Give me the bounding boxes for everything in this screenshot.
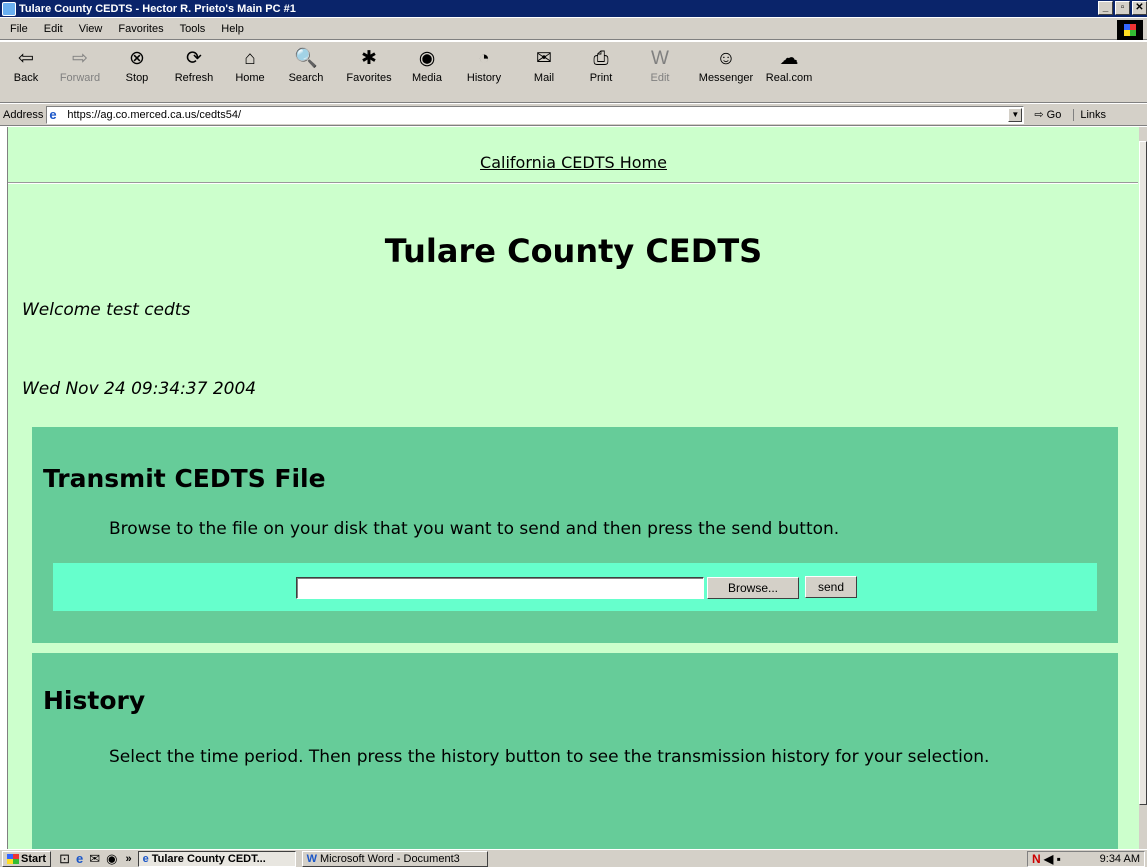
home-link[interactable]: California CEDTS Home	[8, 153, 1139, 172]
system-tray: N ◀ ▪ 9:34 AM	[1027, 851, 1145, 867]
menu-help[interactable]: Help	[213, 23, 252, 35]
media-button[interactable]: ◉ Media	[401, 42, 453, 100]
start-button[interactable]: Start	[2, 850, 52, 867]
edit-button[interactable]: W Edit	[629, 42, 691, 100]
mail-button[interactable]: ✉ Mail	[515, 42, 573, 100]
history-instructions: Select the time period. Then press the h…	[109, 747, 990, 767]
transmit-heading: Transmit CEDTS File	[43, 464, 326, 493]
ie-task-icon: e	[142, 852, 149, 865]
volume-icon: ◀	[1044, 852, 1054, 866]
favorites-icon: ✱	[361, 48, 377, 69]
address-dropdown-icon[interactable]: ▼	[1008, 107, 1023, 122]
address-input[interactable]: e https://ag.co.merced.ca.us/cedts54/ ▼	[46, 105, 1025, 124]
menu-tools[interactable]: Tools	[172, 23, 214, 35]
transmit-form: Browse... send	[53, 563, 1097, 611]
history-panel: History Select the time period. Then pre…	[32, 653, 1118, 849]
media-player-icon[interactable]: ◉	[106, 851, 117, 867]
menu-view[interactable]: View	[71, 23, 111, 35]
network-icon: ▪	[1056, 852, 1061, 866]
date-text: Wed Nov 24 09:34:37 2004	[22, 379, 257, 399]
divider	[8, 182, 1138, 184]
window-controls: _ ▫ ✕	[1098, 1, 1147, 15]
print-button[interactable]: ⎙ Print	[573, 42, 629, 100]
scrollbar-thumb[interactable]	[1139, 141, 1147, 805]
links-button[interactable]: Links	[1073, 108, 1106, 121]
print-icon: ⎙	[593, 48, 609, 69]
windows-logo-icon	[1117, 20, 1143, 40]
vertical-scrollbar[interactable]	[1139, 127, 1147, 849]
desktop-icon[interactable]: ⊡	[59, 851, 70, 867]
address-label: Address	[3, 108, 44, 121]
page-content: California CEDTS Home Tulare County CEDT…	[7, 127, 1139, 849]
messenger-icon: ☺	[716, 48, 736, 69]
address-url: https://ag.co.merced.ca.us/cedts54/	[67, 108, 242, 121]
address-bar: Address e https://ag.co.merced.ca.us/ced…	[0, 104, 1147, 126]
history-heading: History	[43, 686, 146, 715]
transmit-instructions: Browse to the file on your disk that you…	[109, 519, 840, 539]
media-icon: ◉	[418, 48, 436, 69]
browser-toolbar: ⇦ Back ⇨ Forward ⊗ Stop ⟳ Refresh ⌂ Home 🔍 Sea…	[0, 41, 1147, 103]
close-button[interactable]: ✕	[1132, 1, 1147, 15]
favorites-button[interactable]: ✱ Favorites	[337, 42, 401, 100]
edit-icon: W	[651, 48, 669, 69]
stop-icon: ⊗	[129, 48, 145, 69]
realcom-icon: ☁	[779, 48, 799, 69]
refresh-icon: ⟳	[186, 48, 202, 69]
page-title: Tulare County CEDTS	[384, 232, 763, 270]
refresh-button[interactable]: ⟳ Refresh	[163, 42, 225, 100]
norton-icon: N	[1032, 852, 1041, 866]
taskbar: Start ⊡ e ✉ ◉ » e Tulare County CEDT... …	[0, 849, 1147, 867]
word-task-icon: W	[306, 852, 317, 865]
forward-icon: ⇨	[72, 48, 88, 69]
forward-button[interactable]: ⇨ Forward	[49, 42, 111, 100]
menu-bar: File Edit View Favorites Tools Help	[0, 18, 1147, 40]
mail-icon: ✉	[536, 48, 552, 69]
ie-window-icon[interactable]	[2, 1, 16, 16]
menu-edit[interactable]: Edit	[36, 23, 71, 35]
home-icon: ⌂	[244, 48, 256, 69]
go-button[interactable]: ⇨ Go	[1034, 108, 1061, 121]
history-icon: ◔	[478, 48, 490, 69]
transmit-panel: Transmit CEDTS File Browse to the file o…	[32, 427, 1118, 643]
search-button[interactable]: 🔍 Search	[275, 42, 337, 100]
home-button[interactable]: ⌂ Home	[225, 42, 275, 100]
ie-page-icon: e	[49, 106, 57, 122]
welcome-text: Welcome test cedts	[22, 300, 191, 320]
quick-launch: ⊡ e ✉ ◉	[59, 851, 117, 867]
search-icon: 🔍	[294, 48, 318, 69]
browse-button[interactable]: Browse...	[707, 577, 799, 599]
minimize-button[interactable]: _	[1098, 1, 1113, 15]
file-path-input[interactable]	[296, 577, 704, 599]
taskbar-item-word[interactable]: W Microsoft Word - Document3	[301, 850, 488, 867]
menu-favorites[interactable]: Favorites	[110, 23, 171, 35]
history-button[interactable]: ◔ History	[453, 42, 515, 100]
ie-quicklaunch-icon[interactable]: e	[76, 851, 83, 866]
window-titlebar: Tulare County CEDTS - Hector R. Prieto's…	[0, 0, 1147, 17]
taskbar-item-browser[interactable]: e Tulare County CEDT...	[137, 850, 296, 867]
windows-flag-icon	[7, 853, 19, 864]
menu-file[interactable]: File	[2, 23, 36, 35]
back-icon: ⇦	[18, 48, 34, 69]
window-title: Tulare County CEDTS - Hector R. Prieto's…	[19, 2, 296, 15]
back-button[interactable]: ⇦ Back	[3, 42, 49, 100]
clock: 9:34 AM	[1099, 853, 1140, 865]
quicklaunch-chevron[interactable]: »	[125, 853, 131, 865]
stop-button[interactable]: ⊗ Stop	[111, 42, 163, 100]
outlook-icon[interactable]: ✉	[89, 851, 100, 867]
messenger-button[interactable]: ☺ Messenger	[691, 42, 761, 100]
tray-icons[interactable]: N ◀ ▪	[1032, 852, 1061, 866]
maximize-button[interactable]: ▫	[1115, 1, 1130, 15]
realcom-button[interactable]: ☁ Real.com	[761, 42, 817, 100]
send-button[interactable]: send	[805, 576, 857, 598]
